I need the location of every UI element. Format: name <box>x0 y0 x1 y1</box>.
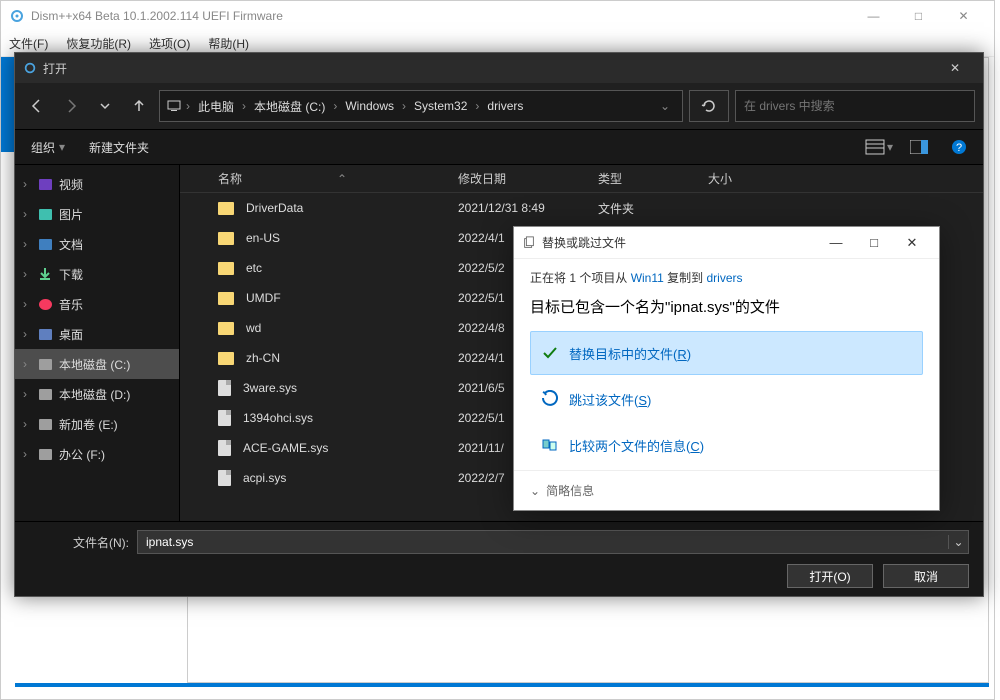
filename-dropdown-button[interactable]: ⌄ <box>948 535 968 549</box>
conflict-footer[interactable]: ⌄ 简略信息 <box>514 470 939 510</box>
sidebar: ›视频 ›图片 ›文档 ›下载 ›音乐 ›桌面 ›本地磁盘 (C:) ›本地磁盘… <box>15 165 180 521</box>
folder-icon <box>218 232 234 245</box>
conflict-maximize-button[interactable]: □ <box>855 228 893 258</box>
help-button[interactable]: ? <box>945 133 973 161</box>
search-input[interactable] <box>744 99 966 113</box>
nav-forward-button[interactable] <box>57 92 85 120</box>
filename-field[interactable]: ⌄ <box>137 530 969 554</box>
svg-text:?: ? <box>956 142 962 154</box>
chevron-down-icon: ⌄ <box>530 484 540 498</box>
menu-options[interactable]: 选项(O) <box>149 35 190 52</box>
nav-back-button[interactable] <box>23 92 51 120</box>
open-dialog-titlebar: 打开 ✕ <box>15 53 983 83</box>
new-folder-button[interactable]: 新建文件夹 <box>83 135 155 160</box>
refresh-button[interactable] <box>689 90 729 122</box>
folder-icon <box>218 292 234 305</box>
filename-label: 文件名(N): <box>29 534 129 551</box>
file-icon <box>218 440 231 456</box>
sidebar-item-drive-d[interactable]: ›本地磁盘 (D:) <box>15 379 179 409</box>
sidebar-item-documents[interactable]: ›文档 <box>15 229 179 259</box>
copy-icon <box>522 236 536 250</box>
menu-recover[interactable]: 恢复功能(R) <box>66 35 131 52</box>
conflict-dest-link[interactable]: drivers <box>706 271 742 285</box>
sidebar-item-music[interactable]: ›音乐 <box>15 289 179 319</box>
folder-icon <box>218 322 234 335</box>
app-icon <box>9 8 25 24</box>
close-button[interactable]: ✕ <box>941 1 986 31</box>
menu-file[interactable]: 文件(F) <box>9 35 48 52</box>
app-accent-bottom <box>15 683 989 687</box>
open-button[interactable]: 打开(O) <box>787 564 873 588</box>
conflict-title: 替换或跳过文件 <box>542 234 626 251</box>
search-box[interactable] <box>735 90 975 122</box>
nav-up-button[interactable] <box>125 92 153 120</box>
app-accent-left <box>1 57 15 152</box>
col-size[interactable]: 大小 <box>698 170 983 187</box>
option-replace[interactable]: 替换目标中的文件(R) <box>530 331 923 375</box>
bc-this-pc[interactable]: 此电脑 <box>194 96 238 117</box>
option-skip[interactable]: 跳过该文件(S) <box>530 377 923 421</box>
file-row[interactable]: DriverData2021/12/31 8:49文件夹 <box>180 193 983 223</box>
file-icon <box>218 380 231 396</box>
col-name[interactable]: 名称⌃ <box>208 170 448 187</box>
nav-row: › 此电脑› 本地磁盘 (C:)› Windows› System32› dri… <box>15 83 983 129</box>
address-breadcrumb[interactable]: › 此电脑› 本地磁盘 (C:)› Windows› System32› dri… <box>159 90 683 122</box>
sidebar-item-desktop[interactable]: ›桌面 <box>15 319 179 349</box>
conflict-description: 正在将 1 个项目从 Win11 复制到 drivers <box>530 269 923 286</box>
file-icon <box>218 470 231 486</box>
chevron-right-icon: › <box>186 99 190 113</box>
view-mode-button[interactable]: ▾ <box>865 133 893 161</box>
bc-system32[interactable]: System32 <box>410 97 471 115</box>
sidebar-item-drive-f[interactable]: ›办公 (F:) <box>15 439 179 469</box>
app-titlebar: Dism++x64 Beta 10.1.2002.114 UEFI Firmwa… <box>1 1 994 31</box>
maximize-button[interactable]: □ <box>896 1 941 31</box>
compare-icon <box>541 436 559 454</box>
open-dialog-close-button[interactable]: ✕ <box>935 53 975 83</box>
pc-icon <box>166 98 182 114</box>
open-dialog-icon <box>23 61 37 75</box>
nav-recent-button[interactable] <box>91 92 119 120</box>
sidebar-item-drive-c[interactable]: ›本地磁盘 (C:) <box>15 349 179 379</box>
folder-icon <box>218 202 234 215</box>
open-dialog-title: 打开 <box>43 60 67 77</box>
bc-drivers[interactable]: drivers <box>483 97 527 115</box>
address-dropdown-button[interactable]: ⌄ <box>654 99 676 113</box>
col-date[interactable]: 修改日期 <box>448 170 588 187</box>
filename-input[interactable] <box>138 535 948 549</box>
sidebar-item-pictures[interactable]: ›图片 <box>15 199 179 229</box>
conflict-message: 目标已包含一个名为"ipnat.sys"的文件 <box>530 296 923 317</box>
organize-menu[interactable]: 组织▾ <box>25 135 71 160</box>
col-type[interactable]: 类型 <box>588 170 698 187</box>
sidebar-item-drive-e[interactable]: ›新加卷 (E:) <box>15 409 179 439</box>
conflict-close-button[interactable]: ✕ <box>893 228 931 258</box>
sidebar-item-videos[interactable]: ›视频 <box>15 169 179 199</box>
open-dialog-bottom: 文件名(N): ⌄ 打开(O) 取消 <box>15 521 983 596</box>
skip-icon <box>541 390 559 408</box>
preview-pane-button[interactable] <box>905 133 933 161</box>
app-title: Dism++x64 Beta 10.1.2002.114 UEFI Firmwa… <box>31 9 283 23</box>
minimize-button[interactable]: ― <box>851 1 896 31</box>
file-icon <box>218 410 231 426</box>
sidebar-item-downloads[interactable]: ›下载 <box>15 259 179 289</box>
toolbar: 组织▾ 新建文件夹 ▾ ? <box>15 129 983 165</box>
folder-icon <box>218 352 234 365</box>
check-icon <box>541 344 559 362</box>
file-list-header: 名称⌃ 修改日期 类型 大小 <box>180 165 983 193</box>
cancel-button[interactable]: 取消 <box>883 564 969 588</box>
conflict-source-link[interactable]: Win11 <box>631 271 664 285</box>
folder-icon <box>218 262 234 275</box>
file-conflict-dialog: 替换或跳过文件 ― □ ✕ 正在将 1 个项目从 Win11 复制到 drive… <box>513 226 940 511</box>
bc-drive-c[interactable]: 本地磁盘 (C:) <box>250 96 329 117</box>
bc-windows[interactable]: Windows <box>341 97 398 115</box>
conflict-titlebar: 替换或跳过文件 ― □ ✕ <box>514 227 939 259</box>
menu-help[interactable]: 帮助(H) <box>208 35 249 52</box>
option-compare[interactable]: 比较两个文件的信息(C) <box>530 423 923 467</box>
conflict-minimize-button[interactable]: ― <box>817 228 855 258</box>
